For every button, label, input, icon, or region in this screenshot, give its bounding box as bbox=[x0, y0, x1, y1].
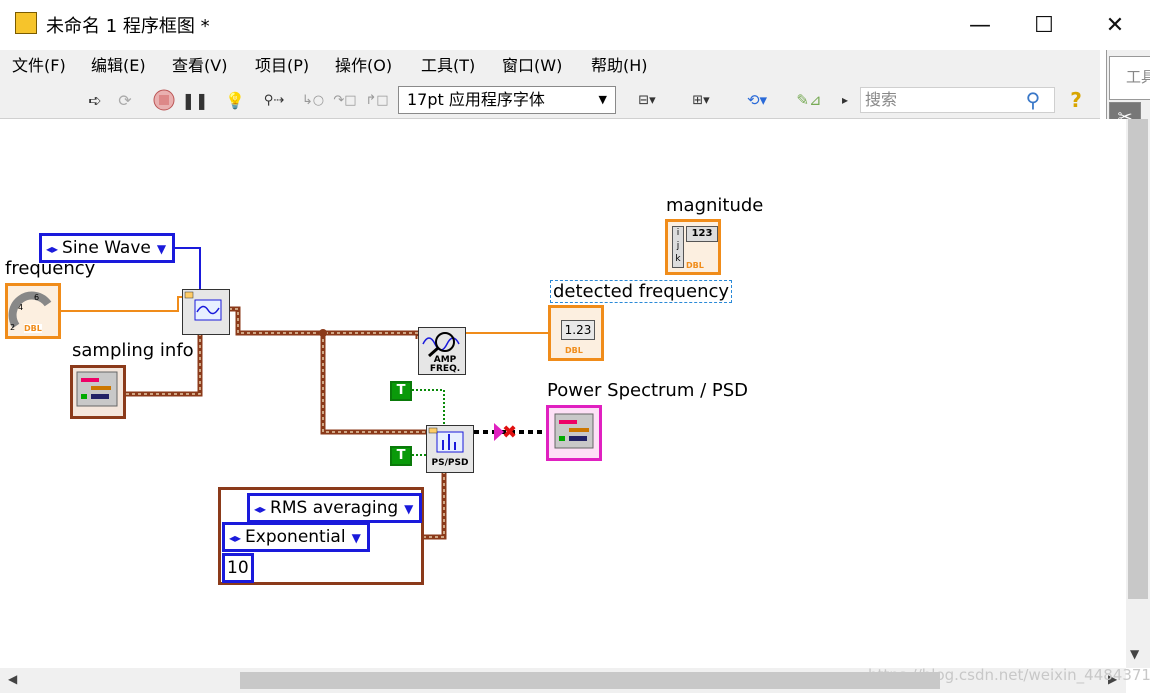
index-display: ijk bbox=[672, 226, 684, 268]
toolbar: ➪ ⟳ ❚❚ 💡 ⚲⇢ ↳○ ↷□ ↱□ 17pt 应用程序字体 ▼ ⊟▾ ⊞▾ … bbox=[0, 82, 1100, 119]
labview-icon bbox=[15, 12, 37, 34]
amp-freq-vi[interactable]: AMP FREQ. bbox=[418, 327, 466, 375]
svg-text:✖: ✖ bbox=[502, 422, 517, 443]
scroll-thumb[interactable] bbox=[240, 672, 940, 689]
svg-text:4: 4 bbox=[18, 303, 23, 312]
pause-icon[interactable]: ❚❚ bbox=[182, 88, 209, 112]
magnitude-value: 123 bbox=[686, 226, 718, 242]
menu-view[interactable]: 查看(V) bbox=[172, 50, 227, 82]
highlight-execution-icon[interactable]: 💡 bbox=[224, 88, 246, 112]
palette-title: 工具 bbox=[1109, 56, 1150, 100]
scroll-left-icon[interactable]: ◀ bbox=[8, 672, 17, 686]
simulate-signal-vi[interactable] bbox=[182, 289, 230, 335]
menu-window[interactable]: 窗口(W) bbox=[502, 50, 562, 82]
retain-wire-values-icon[interactable]: ⚲⇢ bbox=[260, 88, 288, 112]
title-bar: 未命名 1 程序框图 * — ☐ ✕ bbox=[0, 0, 1150, 50]
sampling-info-cluster[interactable] bbox=[70, 365, 126, 419]
svg-text:2: 2 bbox=[10, 323, 15, 332]
abort-icon[interactable] bbox=[152, 88, 176, 112]
power-spectrum-label: Power Spectrum / PSD bbox=[547, 380, 749, 401]
font-select-value: 17pt 应用程序字体 bbox=[407, 90, 545, 109]
averaging-mode-value: RMS averaging bbox=[270, 498, 399, 518]
cluster-icon bbox=[554, 413, 594, 449]
search-icon[interactable]: ⚲ bbox=[1018, 88, 1048, 112]
search-arrow-icon: ▸ bbox=[841, 93, 849, 107]
true-constant-2[interactable]: T bbox=[390, 446, 412, 466]
cluster-icon bbox=[76, 371, 118, 407]
menu-file[interactable]: 文件(F) bbox=[12, 50, 66, 82]
step-out-icon[interactable]: ↱□ bbox=[364, 88, 390, 112]
frequency-knob-terminal[interactable]: 6 4 2 DBL bbox=[5, 283, 61, 339]
dbl-tag: DBL bbox=[686, 261, 704, 270]
minimize-button[interactable]: — bbox=[950, 0, 1010, 50]
watermark: https://blog.csdn.net/weixin_44843715 bbox=[868, 666, 1150, 684]
block-diagram[interactable]: ✖ frequency 642 DBL ◂▸ Sine Wave ▼ samplin… bbox=[0, 119, 1126, 668]
power-spectrum-indicator[interactable] bbox=[546, 405, 602, 461]
chevron-down-icon: ▼ bbox=[156, 242, 167, 256]
arrows-icon: ◂▸ bbox=[229, 531, 242, 545]
menu-operate[interactable]: 操作(O) bbox=[335, 50, 392, 82]
detected-frequency-indicator[interactable]: 1.23 DBL bbox=[548, 305, 604, 361]
menu-help[interactable]: 帮助(H) bbox=[591, 50, 648, 82]
weighting-mode-value: Exponential bbox=[245, 527, 346, 547]
magnitude-label: magnitude bbox=[666, 195, 764, 216]
menu-project[interactable]: 项目(P) bbox=[255, 50, 309, 82]
ps-psd-label: PS/PSD bbox=[431, 458, 469, 468]
step-into-icon[interactable]: ↳○ bbox=[300, 88, 326, 112]
magnifier-icon bbox=[422, 332, 460, 358]
vertical-scrollbar[interactable]: ▼ bbox=[1126, 119, 1150, 668]
sine-wave-enum[interactable]: ◂▸ Sine Wave ▼ bbox=[39, 233, 176, 263]
align-objects-icon[interactable]: ⊟▾ bbox=[626, 88, 668, 112]
waveform-icon bbox=[184, 291, 222, 321]
font-select[interactable]: 17pt 应用程序字体 ▼ bbox=[398, 86, 616, 114]
cleanup-diagram-icon[interactable]: ✎⊿ bbox=[792, 88, 826, 112]
distribute-objects-icon[interactable]: ⊞▾ bbox=[680, 88, 722, 112]
arrows-icon: ◂▸ bbox=[46, 242, 59, 256]
sampling-info-label: sampling info bbox=[72, 340, 194, 361]
chevron-down-icon: ▼ bbox=[598, 93, 607, 106]
reorder-icon[interactable]: ⟲▾ bbox=[736, 88, 778, 112]
scroll-thumb[interactable] bbox=[1128, 119, 1148, 599]
sine-wave-value: Sine Wave bbox=[62, 238, 151, 258]
arrows-icon: ◂▸ bbox=[254, 502, 267, 516]
amp-freq-label: AMP FREQ. bbox=[429, 355, 461, 374]
context-help-icon[interactable]: ? bbox=[1064, 88, 1088, 112]
chevron-down-icon: ▼ bbox=[351, 531, 361, 545]
menu-edit[interactable]: 编辑(E) bbox=[91, 50, 146, 82]
run-icon[interactable]: ➪ bbox=[84, 88, 106, 112]
spectrum-icon bbox=[428, 427, 464, 453]
averaging-parameters-cluster[interactable]: ◂▸ RMS averaging ▼ ◂▸ Exponential ▼ 10 bbox=[218, 487, 424, 585]
run-continuously-icon[interactable]: ⟳ bbox=[114, 88, 136, 112]
averaging-mode-enum[interactable]: ◂▸ RMS averaging ▼ bbox=[247, 493, 423, 523]
svg-text:6: 6 bbox=[34, 293, 39, 302]
detected-frequency-label[interactable]: detected frequency bbox=[550, 280, 733, 303]
maximize-button[interactable]: ☐ bbox=[1014, 0, 1074, 50]
scroll-down-icon[interactable]: ▼ bbox=[1130, 647, 1139, 661]
close-button[interactable]: ✕ bbox=[1085, 0, 1145, 50]
magnitude-indicator[interactable]: ijk 123 DBL bbox=[665, 219, 721, 275]
dbl-tag: DBL bbox=[565, 346, 583, 355]
true-constant[interactable]: T bbox=[390, 381, 412, 401]
weighting-mode-enum[interactable]: ◂▸ Exponential ▼ bbox=[222, 522, 370, 552]
window-title: 未命名 1 程序框图 * bbox=[46, 16, 210, 37]
ps-psd-vi[interactable]: PS/PSD bbox=[426, 425, 474, 473]
menu-bar: 文件(F) 编辑(E) 查看(V) 项目(P) 操作(O) 工具(T) 窗口(W… bbox=[0, 50, 1100, 82]
numeric-display: 1.23 bbox=[561, 320, 595, 340]
step-over-icon[interactable]: ↷□ bbox=[332, 88, 358, 112]
dbl-tag: DBL bbox=[24, 324, 42, 333]
number-of-averages[interactable]: 10 bbox=[222, 553, 254, 583]
menu-tools[interactable]: 工具(T) bbox=[421, 50, 475, 82]
chevron-down-icon: ▼ bbox=[404, 502, 414, 516]
